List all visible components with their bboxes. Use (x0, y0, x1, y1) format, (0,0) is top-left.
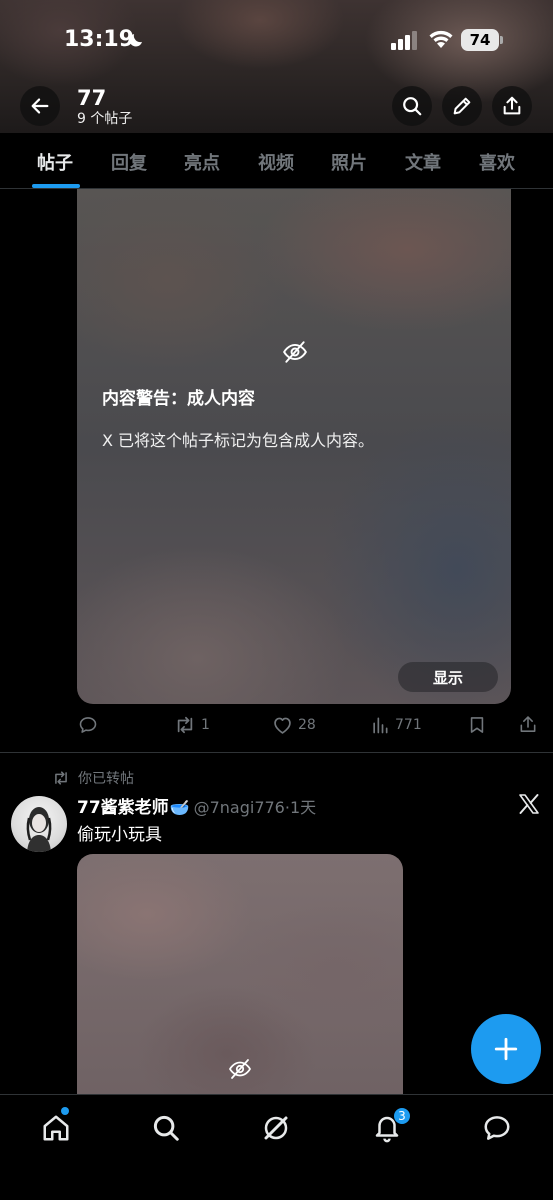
notification-badge: 3 (393, 1107, 411, 1125)
home-icon[interactable] (41, 1113, 71, 1143)
like-action[interactable]: 28 (272, 715, 316, 735)
share-icon (503, 96, 521, 115)
tab-likes[interactable]: 喜欢 (479, 149, 515, 175)
show-content-button[interactable]: 显示 (398, 662, 498, 692)
share-button[interactable] (492, 86, 532, 126)
avatar[interactable] (11, 796, 67, 852)
eye-off-icon (228, 1059, 252, 1079)
post-text: 偷玩小玩具 (77, 825, 162, 845)
bookmark-action[interactable] (467, 715, 487, 735)
reply-icon (79, 717, 97, 733)
share-icon (520, 716, 536, 732)
compose-post-button[interactable] (471, 1014, 541, 1084)
bookmark-icon (470, 717, 484, 733)
author-name[interactable]: 77酱紫老师 (77, 793, 169, 818)
sensitive-media-card[interactable]: 内容警告：成人内容 X 已将这个帖子标记为包含成人内容。 显示 (77, 189, 511, 704)
like-count: 28 (298, 717, 316, 733)
profile-name: 77 (77, 86, 107, 110)
eye-off-icon (283, 341, 307, 363)
profile-screen: 13:19 74 77 9 个帖子 帖子 回复 亮点 视频 照片 文章 喜欢 内… (0, 0, 553, 1200)
tab-posts[interactable]: 帖子 (37, 149, 73, 175)
x-logo-icon[interactable] (517, 792, 541, 816)
search-icon (403, 97, 422, 116)
content-warning-title: 内容警告：成人内容 (102, 389, 255, 409)
battery-level: 74 (461, 29, 499, 51)
repost-label: 你已转帖 (78, 771, 134, 787)
views-chart-icon (373, 717, 388, 734)
search-icon[interactable] (151, 1113, 181, 1143)
battery-tip (500, 36, 503, 44)
signal-icon (391, 31, 417, 50)
tab-videos[interactable]: 视频 (258, 149, 294, 175)
status-bar: 13:19 74 (0, 0, 553, 80)
bottom-navigation: 3 (0, 1094, 553, 1200)
heart-icon (274, 717, 291, 734)
active-tab-indicator (32, 184, 80, 188)
messages-icon[interactable] (482, 1113, 512, 1143)
avatar-image (26, 807, 52, 852)
view-count: 771 (395, 717, 422, 733)
status-time: 13:19 (64, 27, 135, 52)
post-author-row: 77酱紫老师 🥣 @7nagi776 ·1天 (77, 793, 316, 818)
back-button[interactable] (20, 86, 60, 126)
repost-icon (55, 771, 67, 785)
pencil-icon (453, 97, 471, 115)
views-action[interactable]: 771 (370, 715, 422, 735)
repost-action[interactable]: 1 (174, 715, 210, 735)
plus-icon (494, 1037, 518, 1061)
tab-photos[interactable]: 照片 (331, 149, 367, 175)
post-count: 9 个帖子 (77, 111, 133, 127)
search-button[interactable] (392, 86, 432, 126)
author-handle[interactable]: @7nagi776 (194, 798, 285, 817)
home-unread-dot (61, 1107, 69, 1115)
edit-button[interactable] (442, 86, 482, 126)
profile-tabs: 帖子 回复 亮点 视频 照片 文章 喜欢 (0, 133, 553, 189)
wifi-icon (429, 30, 453, 48)
moon-icon (129, 34, 142, 47)
tab-highlights[interactable]: 亮点 (184, 149, 220, 175)
grok-icon[interactable] (261, 1113, 291, 1143)
reply-action[interactable] (78, 715, 98, 735)
tab-replies[interactable]: 回复 (111, 149, 147, 175)
share-post-action[interactable] (518, 714, 538, 735)
content-warning-text: X 已将这个帖子标记为包含成人内容。 (102, 431, 375, 450)
tab-articles[interactable]: 文章 (405, 149, 441, 175)
bowl-emoji-icon: 🥣 (169, 798, 190, 817)
repost-icon (177, 716, 193, 734)
repost-count: 1 (201, 717, 210, 733)
post-time: ·1天 (284, 798, 317, 817)
repost-indicator: 你已转帖 (52, 768, 134, 788)
battery-indicator: 74 (461, 29, 503, 51)
arrow-left-icon (31, 98, 49, 114)
post-divider (0, 752, 553, 753)
sensitive-media-card-2[interactable] (77, 854, 403, 1114)
